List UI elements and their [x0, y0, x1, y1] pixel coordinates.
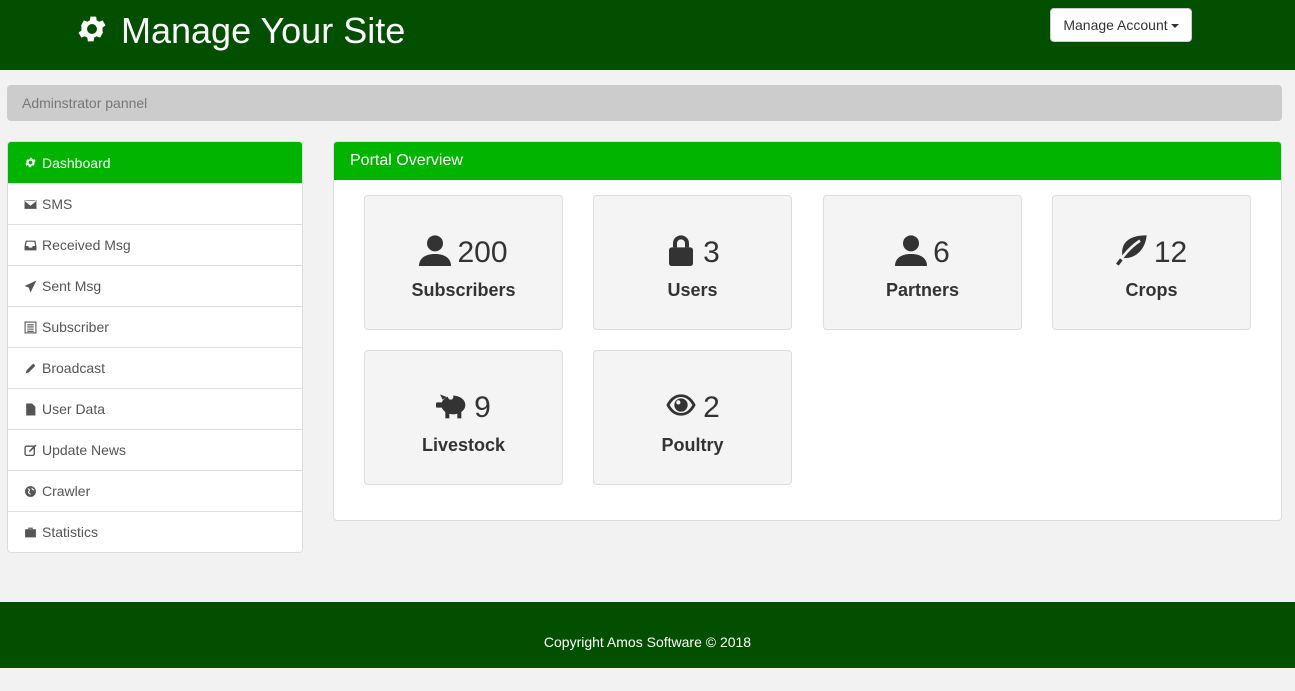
- stat-value: 6: [933, 235, 950, 269]
- briefcase-icon: [23, 525, 37, 539]
- file-icon: [23, 402, 37, 416]
- stat-value: 12: [1153, 235, 1188, 269]
- copyright-text: Copyright Amos Software © 2018: [543, 634, 752, 650]
- stat-label: Crops: [1125, 280, 1178, 300]
- breadcrumb: Adminstrator pannel: [7, 85, 1282, 121]
- brand[interactable]: Manage Your Site: [75, 8, 405, 54]
- sidebar-item-label: Update News: [42, 442, 127, 458]
- globe-icon: [23, 484, 37, 498]
- stat-card-subscribers[interactable]: 200 Subscribers: [364, 195, 563, 330]
- footer: Copyright Amos Software © 2018: [0, 602, 1295, 668]
- sidebar-item-user-data[interactable]: User Data: [8, 388, 302, 429]
- stat-card-crops[interactable]: 12 Crops: [1052, 195, 1251, 330]
- sidebar-item-label: Received Msg: [42, 237, 131, 253]
- sidebar-item-label: Crawler: [42, 483, 91, 499]
- gear-icon: [23, 156, 37, 170]
- user-icon: [895, 234, 933, 271]
- sidebar-item-label: Broadcast: [42, 360, 106, 376]
- stat-card-users[interactable]: 3 Users: [593, 195, 792, 330]
- sidebar-item-crawler[interactable]: Crawler: [8, 470, 302, 511]
- eye-icon: [665, 389, 703, 426]
- send-icon: [23, 279, 37, 293]
- manage-account-label: Manage Account: [1063, 17, 1168, 33]
- list-icon: [23, 320, 37, 334]
- pencil-icon: [23, 361, 37, 375]
- caret-down-icon: [1170, 24, 1179, 28]
- edit-icon: [23, 443, 37, 457]
- panel-title: Portal Overview: [334, 142, 1281, 180]
- site-title: Manage Your Site: [121, 10, 406, 51]
- sidebar-item-subscriber[interactable]: Subscriber: [8, 306, 302, 347]
- stat-label: Partners: [885, 280, 960, 300]
- sidebar-item-broadcast[interactable]: Broadcast: [8, 347, 302, 388]
- sidebar-item-label: Statistics: [42, 524, 99, 540]
- manage-account-button[interactable]: Manage Account: [1050, 8, 1192, 42]
- inbox-icon: [23, 238, 37, 252]
- stat-label: Users: [667, 280, 718, 300]
- top-navbar: Manage Your Site Manage Account: [0, 0, 1295, 70]
- stat-label: Poultry: [661, 435, 724, 455]
- user-icon: [419, 234, 457, 271]
- gear-icon: [75, 12, 121, 51]
- lock-icon: [665, 234, 703, 271]
- sidebar-item-update-news[interactable]: Update News: [8, 429, 302, 470]
- stat-label: Livestock: [421, 435, 506, 455]
- stat-value: 9: [474, 390, 491, 424]
- sidebar-item-received-msg[interactable]: Received Msg: [8, 224, 302, 265]
- sidebar-item-statistics[interactable]: Statistics: [8, 511, 302, 552]
- stat-value: 2: [703, 390, 720, 424]
- stat-label: Subscribers: [411, 280, 516, 300]
- sidebar-item-label: Dashboard: [42, 154, 111, 171]
- stat-card-poultry[interactable]: 2 Poultry: [593, 350, 792, 485]
- sidebar-item-label: Sent Msg: [42, 278, 102, 294]
- stat-value: 200: [457, 235, 508, 269]
- stat-value: 3: [703, 235, 720, 269]
- sidebar-item-dashboard[interactable]: Dashboard: [8, 142, 302, 183]
- stat-card-partners[interactable]: 6 Partners: [823, 195, 1022, 330]
- sidebar-item-sms[interactable]: SMS: [8, 183, 302, 224]
- stat-card-livestock[interactable]: 9 Livestock: [364, 350, 563, 485]
- envelope-icon: [23, 197, 37, 211]
- sidebar-item-sent-msg[interactable]: Sent Msg: [8, 265, 302, 306]
- sidebar-item-label: SMS: [42, 196, 73, 212]
- sidebar-item-label: Subscriber: [42, 319, 109, 335]
- sidebar: Dashboard SMS Received Msg Sent Msg Subs…: [7, 141, 303, 553]
- sidebar-item-label: User Data: [42, 401, 106, 417]
- leaf-icon: [1115, 234, 1154, 271]
- piggy-bank-icon: [436, 389, 474, 426]
